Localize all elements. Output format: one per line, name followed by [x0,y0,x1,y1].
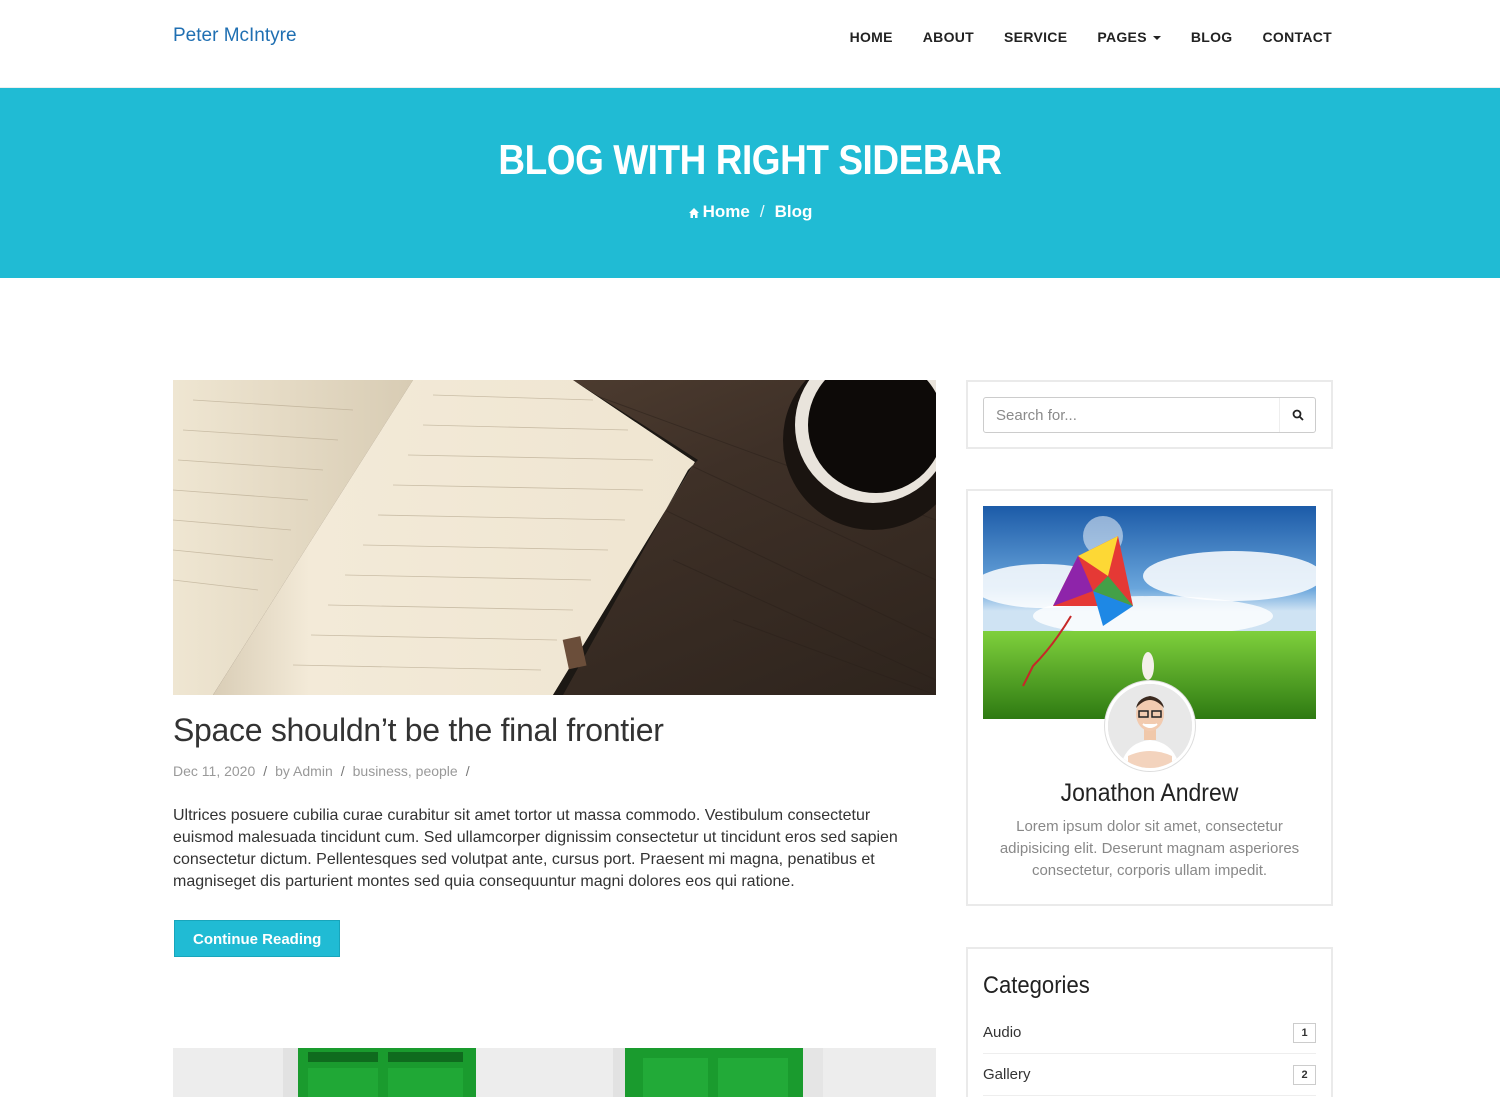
search-button[interactable] [1279,398,1315,432]
post-image[interactable] [173,380,936,695]
breadcrumb-home-label: Home [702,202,750,221]
category-item[interactable]: Audio 1 [983,1012,1316,1054]
navbar: Peter McIntyre HOME ABOUT SERVICE PAGES … [0,0,1500,88]
nav-pages-label: PAGES [1097,29,1147,45]
nav-service[interactable]: SERVICE [1004,29,1067,45]
categories-title: Categories [983,972,1090,999]
category-count-badge: 2 [1293,1064,1316,1085]
category-label: Audio [983,1024,1022,1041]
post-title[interactable]: Space shouldn’t be the final frontier [173,712,936,749]
nav-blog[interactable]: BLOG [1191,29,1233,45]
profile-bio: Lorem ipsum dolor sit amet, consectetur … [999,818,1300,879]
main-nav: HOME ABOUT SERVICE PAGES BLOG CONTACT [820,29,1332,45]
post-author[interactable]: by Admin [275,763,333,779]
profile-widget: Jonathon Andrew Lorem ipsum dolor sit am… [966,489,1333,906]
breadcrumb-home[interactable]: Home [688,202,750,222]
breadcrumb-separator: / [759,202,765,221]
nav-about[interactable]: ABOUT [923,29,974,45]
search-input[interactable] [984,398,1280,432]
home-icon [688,207,699,218]
brand-link[interactable]: Peter McIntyre [173,25,297,47]
post-image[interactable] [173,1048,936,1097]
categories-widget: Categories Audio 1 Gallery 2 [966,947,1333,1097]
meta-separator: / [340,763,345,779]
meta-separator: / [263,763,268,779]
post-tags[interactable]: business, people [353,763,458,779]
category-item[interactable]: Gallery 2 [983,1054,1316,1096]
nav-pages[interactable]: PAGES [1097,29,1161,45]
category-label: Gallery [983,1066,1031,1083]
search-form [983,397,1316,433]
nav-home[interactable]: HOME [850,29,893,45]
profile-name: Jonathon Andrew [1060,779,1239,807]
breadcrumb-blog[interactable]: Blog [775,202,813,222]
caret-down-icon [1152,36,1161,40]
categories-list: Audio 1 Gallery 2 [983,1012,1316,1096]
breadcrumb: Home / Blog [0,202,1500,222]
post-meta: Dec 11, 2020 / by Admin / business, people / [173,763,936,779]
nav-contact[interactable]: CONTACT [1263,29,1333,45]
avatar[interactable] [1105,681,1195,771]
search-icon [1292,409,1304,421]
meta-separator: / [465,763,470,779]
blog-post: Space shouldn’t be the final frontier De… [173,380,936,957]
page-header: BLOG WITH RIGHT SIDEBAR Home / Blog [0,88,1500,278]
page-title: BLOG WITH RIGHT SIDEBAR [498,136,1002,183]
post-excerpt: Ultrices posuere cubilia curae curabitur… [173,807,898,890]
search-widget [966,380,1333,449]
continue-reading-button[interactable]: Continue Reading [174,920,341,957]
post-date: Dec 11, 2020 [173,763,256,779]
category-count-badge: 1 [1293,1022,1316,1043]
